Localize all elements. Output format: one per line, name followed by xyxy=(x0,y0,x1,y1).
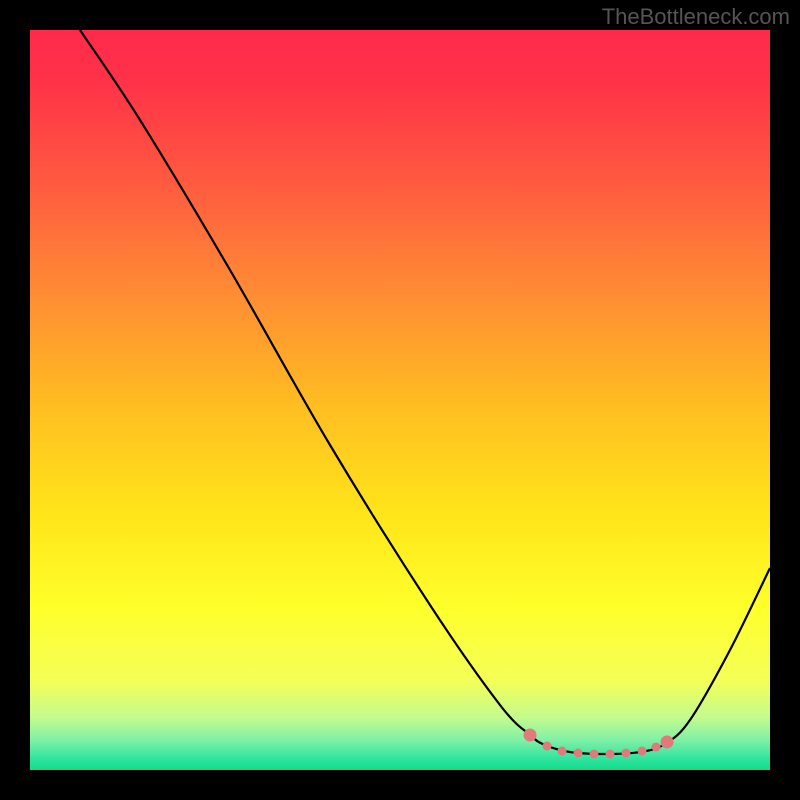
watermark-text: TheBottleneck.com xyxy=(602,4,790,30)
marker-dot xyxy=(652,743,661,752)
marker-dot xyxy=(661,736,674,749)
marker-dot xyxy=(558,747,567,756)
marker-dot xyxy=(606,750,615,759)
marker-dot xyxy=(638,747,647,756)
bottleneck-curve xyxy=(80,30,770,754)
marker-dot xyxy=(524,729,537,742)
marker-dot xyxy=(574,749,583,758)
marker-dot xyxy=(543,742,552,751)
plot-area xyxy=(30,30,770,770)
marker-dot xyxy=(622,749,631,758)
marker-dot xyxy=(590,750,599,759)
curve-layer xyxy=(30,30,770,770)
chart-container: TheBottleneck.com xyxy=(0,0,800,800)
